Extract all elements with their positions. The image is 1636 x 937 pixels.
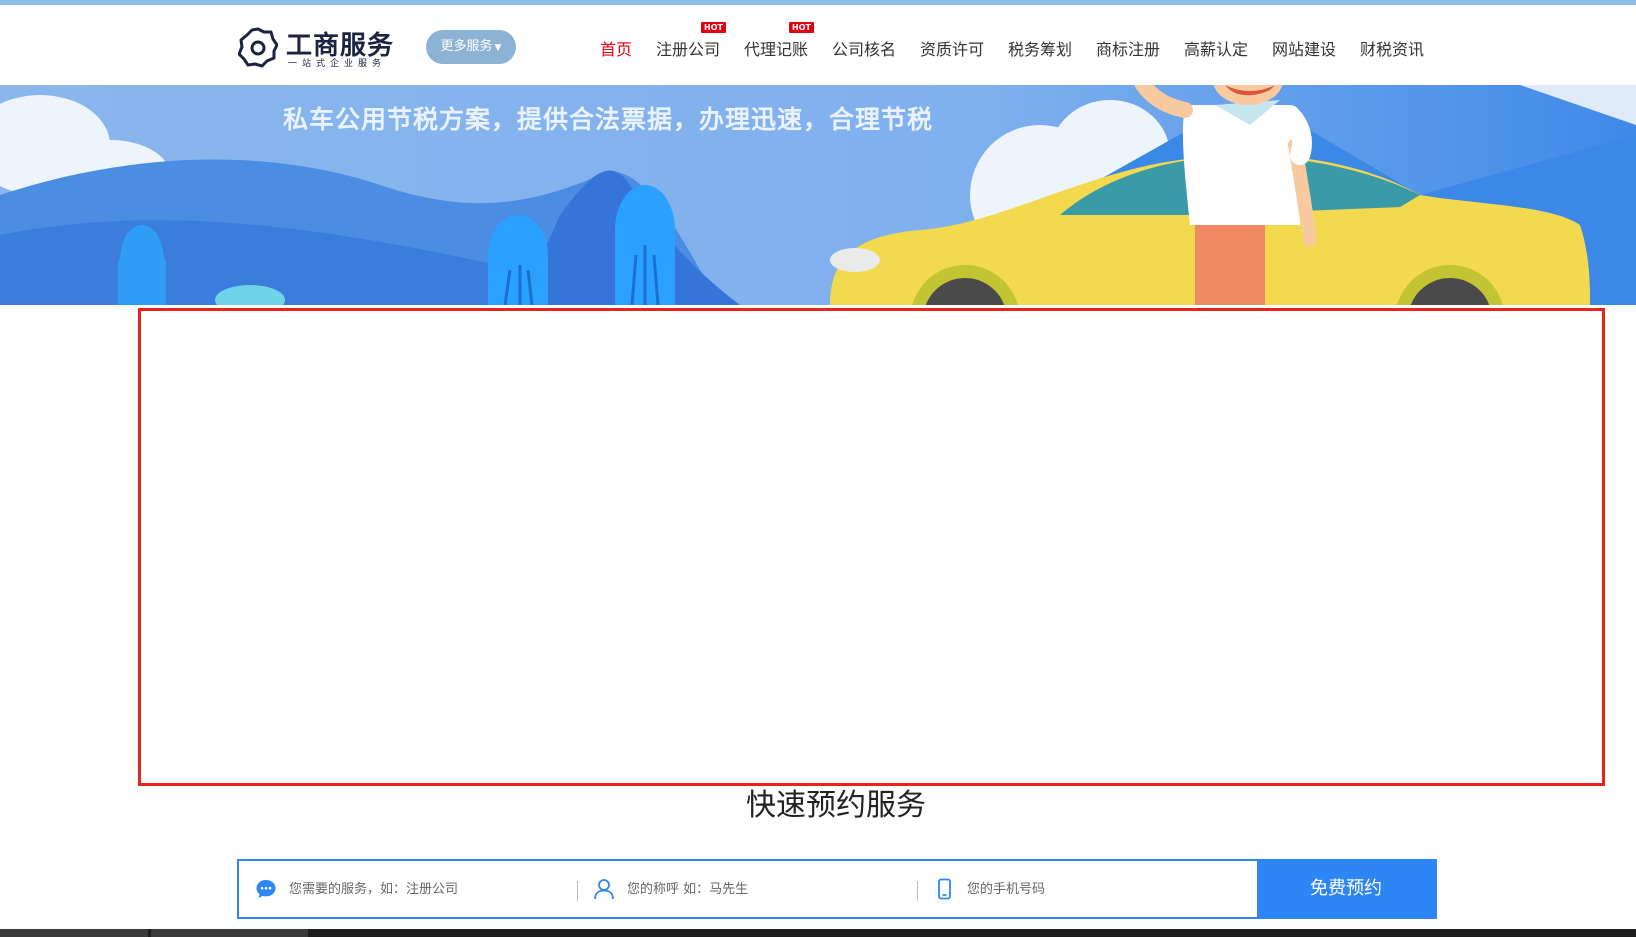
nav-item-name-check[interactable]: 公司核名 (832, 36, 896, 60)
gear-icon (238, 27, 278, 68)
nav-item-license[interactable]: 资质许可 (920, 36, 984, 60)
phone-input[interactable] (967, 878, 1237, 900)
service-input[interactable] (289, 878, 559, 900)
site-header: 工商服务 一站式企业服务 更多服务 ▼ 首页 注册公司 HOT 代理记账 HOT … (0, 5, 1636, 85)
nav-item-tax-news[interactable]: 财税资讯 (1360, 36, 1424, 60)
hot-badge: HOT (789, 22, 814, 33)
phone-icon (938, 878, 951, 900)
os-taskbar (0, 929, 1636, 937)
taskbar-item[interactable] (0, 929, 148, 937)
banner-headline: 私车公用节税方案，提供合法票据，办理迅速，合理节税 (283, 105, 934, 134)
nav-item-tax-planning[interactable]: 税务筹划 (1008, 36, 1072, 60)
taskbar-item[interactable] (151, 929, 308, 937)
name-input[interactable] (627, 878, 897, 900)
user-icon (594, 879, 614, 900)
hero-banner: 私车公用节税方案，提供合法票据，办理迅速，合理节税 (0, 85, 1636, 305)
nav-item-register-company[interactable]: 注册公司 (656, 36, 720, 60)
caret-down-icon: ▼ (494, 43, 502, 53)
free-booking-button[interactable]: 免费预约 (1257, 861, 1435, 917)
nav-item-web-building[interactable]: 网站建设 (1272, 36, 1336, 60)
logo-subtitle: 一站式企业服务 (288, 59, 387, 69)
booking-form: 免费预约 (237, 859, 1437, 919)
phone-field (917, 861, 1257, 917)
more-services-label: 更多服务 (440, 39, 493, 54)
service-field (239, 861, 579, 917)
booking-title: 快速预约服务 (746, 788, 926, 823)
hot-badge: HOT (701, 22, 726, 33)
site-logo[interactable]: 工商服务 一站式企业服务 (238, 23, 398, 73)
nav-item-bookkeeping[interactable]: 代理记账 (744, 36, 808, 60)
nav-item-home[interactable]: 首页 (600, 36, 632, 60)
nav-item-high-tech[interactable]: 高薪认定 (1184, 36, 1248, 60)
highlight-frame (138, 308, 1605, 786)
chat-bubble-icon (256, 880, 276, 898)
more-services-button[interactable]: 更多服务 ▼ (426, 30, 516, 64)
nav-item-trademark[interactable]: 商标注册 (1096, 36, 1160, 60)
name-field (577, 861, 917, 917)
